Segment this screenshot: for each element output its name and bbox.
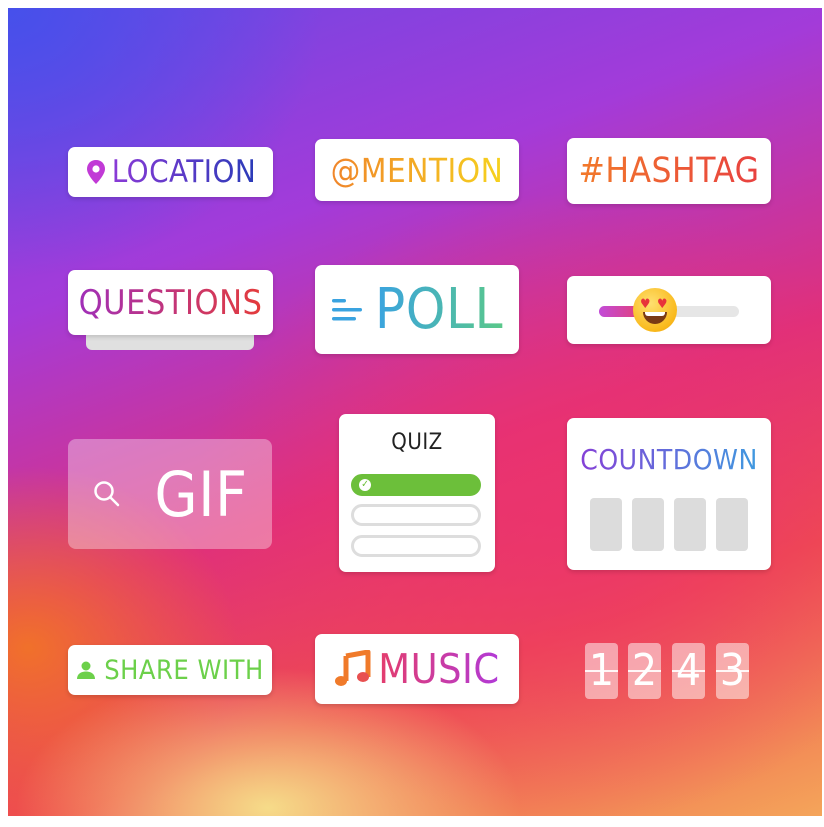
poll-lines-icon (331, 298, 362, 320)
countdown-box (716, 498, 748, 551)
quiz-title: QUIZ (391, 430, 443, 455)
mention-sticker[interactable]: @MENTION (315, 139, 519, 201)
countdown-box (632, 498, 664, 551)
share-with-sticker[interactable]: SHARE WITH (68, 645, 272, 695)
flip-counter-digit[interactable]: 3 (716, 643, 749, 699)
location-pin-icon (86, 160, 105, 184)
quiz-option[interactable] (351, 535, 481, 557)
hashtag-sticker[interactable]: #HASHTAG (567, 138, 771, 204)
mention-label: @MENTION (330, 150, 504, 190)
music-label: MUSIC (378, 645, 500, 693)
poll-label: POLL (374, 277, 504, 342)
heart-eye-left-icon: ♥ (640, 297, 651, 312)
gif-label: GIF (154, 457, 248, 531)
flip-counter-digit[interactable]: 2 (628, 643, 661, 699)
questions-sticker[interactable]: QUESTIONS (68, 270, 273, 335)
quiz-option-correct[interactable]: ✓ (351, 474, 481, 496)
hashtag-label: #HASHTAG (578, 151, 760, 191)
countdown-title: COUNTDOWN (567, 443, 771, 476)
checkmark-icon: ✓ (359, 479, 371, 491)
location-label: LOCATION (111, 154, 257, 190)
emoji-slider-sticker[interactable]: ♥ ♥ (567, 276, 771, 344)
questions-label: QUESTIONS (78, 282, 263, 323)
countdown-sticker[interactable]: COUNTDOWN (567, 418, 771, 570)
flip-counter-digit[interactable]: 4 (672, 643, 705, 699)
heart-eyes-emoji-icon[interactable]: ♥ ♥ (633, 288, 677, 332)
countdown-box (674, 498, 706, 551)
countdown-box (590, 498, 622, 551)
music-note-icon (335, 650, 371, 686)
share-with-label: SHARE WITH (104, 654, 264, 686)
poll-sticker[interactable]: POLL (315, 265, 519, 354)
quiz-sticker[interactable]: QUIZ ✓ (339, 414, 495, 572)
location-sticker[interactable]: LOCATION (68, 147, 273, 197)
emoji-mouth (643, 312, 667, 324)
music-sticker[interactable]: MUSIC (315, 634, 519, 704)
gif-sticker[interactable]: GIF (68, 439, 272, 549)
flip-counter-digit[interactable]: 1 (585, 643, 618, 699)
heart-eye-right-icon: ♥ (657, 297, 668, 312)
quiz-option[interactable] (351, 504, 481, 526)
search-icon (94, 481, 120, 507)
person-icon (77, 661, 96, 679)
